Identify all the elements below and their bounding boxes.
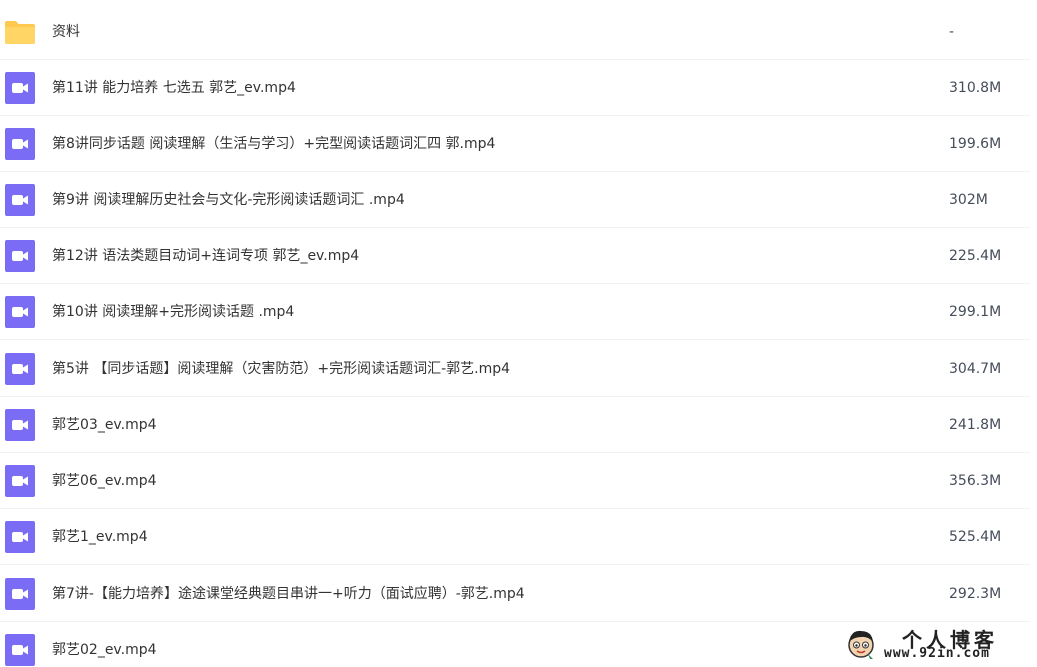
video-file-icon — [5, 634, 35, 666]
video-file-icon — [5, 296, 35, 328]
file-row-1[interactable]: 第11讲 能力培养 七选五 郭艺_ev.mp4 310.8M — [0, 60, 1030, 116]
file-name[interactable]: 郭艺1_ev.mp4 — [52, 509, 148, 565]
video-file-icon — [5, 72, 35, 104]
blog-watermark: 个人博客 www.92in.com — [844, 624, 1034, 664]
video-file-icon — [5, 409, 35, 441]
file-row-3[interactable]: 第9讲 阅读理解历史社会与文化-完形阅读话题词汇 .mp4 302M — [0, 172, 1030, 228]
file-row-9[interactable]: 郭艺1_ev.mp4 525.4M — [0, 509, 1030, 565]
watermark-url: www.92in.com — [884, 646, 990, 661]
cartoon-face-icon — [846, 628, 876, 660]
file-size: 241.8M — [949, 417, 1002, 433]
video-file-icon — [5, 578, 35, 610]
file-name[interactable]: 郭艺03_ev.mp4 — [52, 397, 157, 453]
file-name[interactable]: 第8讲同步话题 阅读理解（生活与学习）+完型阅读话题词汇四 郭.mp4 — [52, 116, 495, 172]
file-name[interactable]: 第11讲 能力培养 七选五 郭艺_ev.mp4 — [52, 60, 296, 116]
file-size: 302M — [949, 192, 988, 208]
file-size: 292.3M — [949, 586, 1002, 602]
file-name[interactable]: 第12讲 语法类题目动词+连词专项 郭艺_ev.mp4 — [52, 228, 359, 284]
file-row-7[interactable]: 郭艺03_ev.mp4 241.8M — [0, 397, 1030, 453]
file-row-2[interactable]: 第8讲同步话题 阅读理解（生活与学习）+完型阅读话题词汇四 郭.mp4 199.… — [0, 116, 1030, 172]
file-name[interactable]: 第9讲 阅读理解历史社会与文化-完形阅读话题词汇 .mp4 — [52, 172, 405, 228]
file-size: 525.4M — [949, 529, 1002, 545]
file-size: - — [949, 24, 955, 40]
file-row-6[interactable]: 第5讲 【同步话题】阅读理解（灾害防范）+完形阅读话题词汇-郭艺.mp4 304… — [0, 341, 1030, 397]
file-name[interactable]: 郭艺02_ev.mp4 — [52, 622, 157, 667]
file-row-8[interactable]: 郭艺06_ev.mp4 356.3M — [0, 453, 1030, 509]
video-file-icon — [5, 353, 35, 385]
folder-icon — [5, 16, 35, 48]
file-size: 310.8M — [949, 80, 1002, 96]
video-file-icon — [5, 184, 35, 216]
video-file-icon — [5, 465, 35, 497]
file-name[interactable]: 第10讲 阅读理解+完形阅读话题 .mp4 — [52, 284, 294, 340]
file-row-0[interactable]: 资料 - — [0, 4, 1030, 60]
file-name[interactable]: 第5讲 【同步话题】阅读理解（灾害防范）+完形阅读话题词汇-郭艺.mp4 — [52, 341, 510, 397]
video-file-icon — [5, 521, 35, 553]
file-size: 299.1M — [949, 304, 1002, 320]
video-file-icon — [5, 128, 35, 160]
file-size: 225.4M — [949, 248, 1002, 264]
file-list: 资料 - 第11讲 能力培养 七选五 郭艺_ev.mp4 310.8M 第8讲同… — [0, 0, 1037, 667]
file-row-4[interactable]: 第12讲 语法类题目动词+连词专项 郭艺_ev.mp4 225.4M — [0, 228, 1030, 284]
file-size: 356.3M — [949, 473, 1002, 489]
video-file-icon — [5, 240, 35, 272]
file-name[interactable]: 郭艺06_ev.mp4 — [52, 453, 157, 509]
file-name[interactable]: 资料 — [52, 4, 80, 60]
file-size: 304.7M — [949, 361, 1002, 377]
file-name[interactable]: 第7讲-【能力培养】途途课堂经典题目串讲一+听力（面试应聘）-郭艺.mp4 — [52, 566, 525, 622]
file-row-5[interactable]: 第10讲 阅读理解+完形阅读话题 .mp4 299.1M — [0, 284, 1030, 340]
file-size: 199.6M — [949, 136, 1002, 152]
file-row-10[interactable]: 第7讲-【能力培养】途途课堂经典题目串讲一+听力（面试应聘）-郭艺.mp4 29… — [0, 566, 1030, 622]
